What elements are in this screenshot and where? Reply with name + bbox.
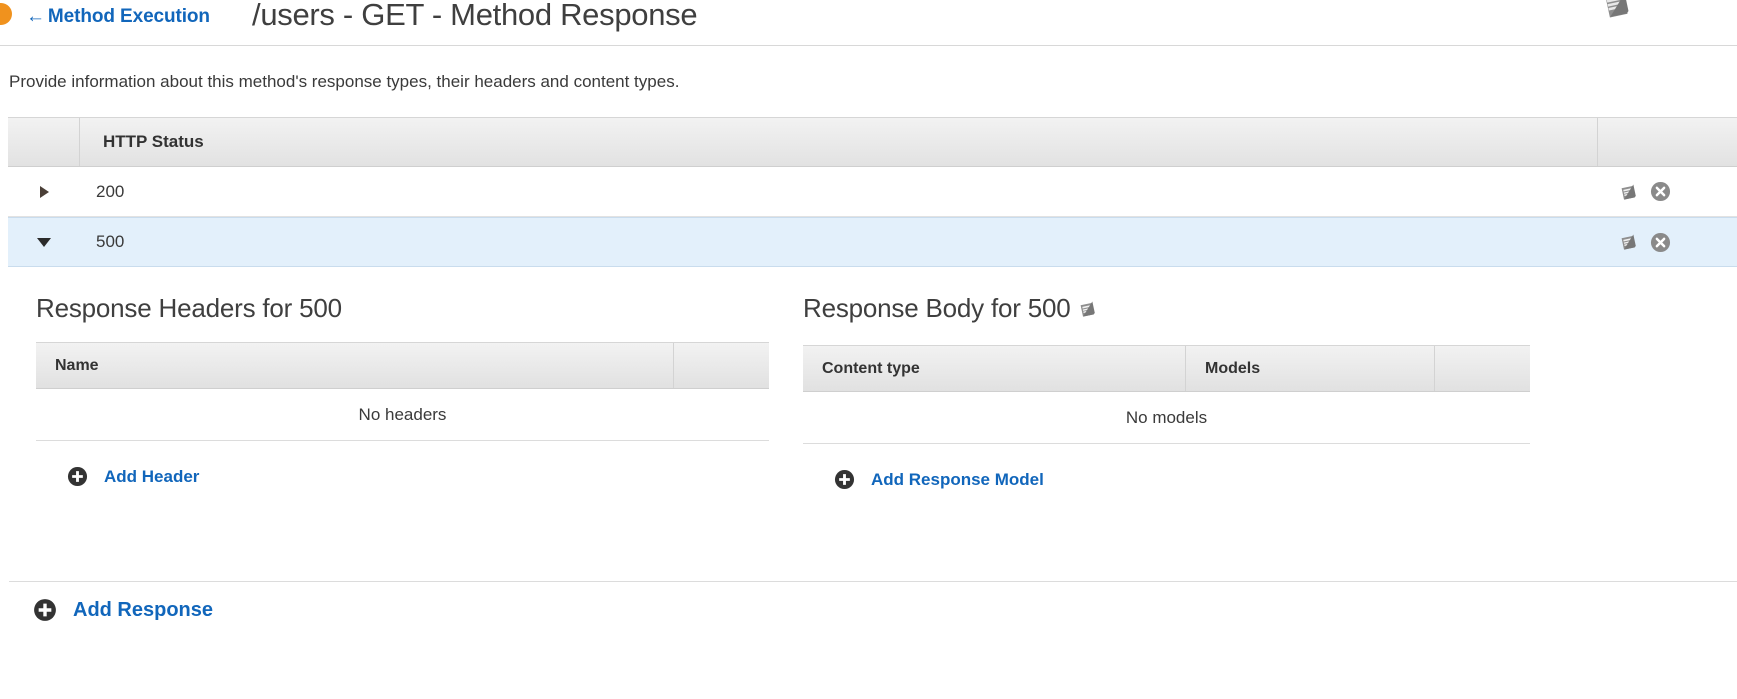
status-code-label: 200 [96, 181, 125, 201]
header-divider [0, 45, 1737, 46]
add-response-model-link[interactable]: Add Response Model [871, 470, 1044, 490]
headers-table-header-row: Name [36, 342, 769, 389]
documentation-book-icon[interactable] [1601, 0, 1635, 22]
back-link-label: Method Execution [47, 6, 210, 27]
delete-circle-icon[interactable] [1650, 232, 1671, 253]
delete-circle-icon[interactable] [1650, 181, 1671, 202]
response-body-panel: Response Body for 500 Content type Model… [803, 268, 1530, 490]
table-header-row: HTTP Status [8, 117, 1737, 167]
add-header-link[interactable]: Add Header [104, 467, 199, 487]
table-row[interactable]: 200 [8, 167, 1737, 217]
plus-circle-icon [834, 469, 855, 490]
header-cell-content-type: Content type [803, 346, 1186, 391]
response-detail-panel: Response Headers for 500 Name No headers… [0, 268, 1737, 573]
response-headers-title: Response Headers for 500 [36, 293, 342, 323]
add-response-link[interactable]: Add Response [73, 599, 213, 622]
method-response-page: ← Method Execution /users - GET - Method … [0, 0, 1737, 699]
book-icon[interactable] [1618, 231, 1640, 253]
no-models-message: No models [803, 392, 1530, 444]
footer-divider [9, 581, 1737, 582]
back-to-method-execution-link[interactable]: ← Method Execution [26, 6, 210, 28]
header-cell-models: Models [1186, 346, 1435, 391]
response-headers-panel: Response Headers for 500 Name No headers… [36, 268, 769, 487]
row-actions [1598, 231, 1737, 253]
header-cell-actions [1435, 346, 1530, 391]
book-icon[interactable] [1077, 296, 1099, 327]
status-code-label: 500 [96, 232, 125, 251]
no-headers-message: No headers [36, 389, 769, 441]
response-body-title: Response Body for 500 [803, 268, 1530, 327]
table-row[interactable]: 500 [8, 217, 1737, 267]
row-actions [1598, 181, 1737, 203]
add-response-model-row[interactable]: Add Response Model [803, 444, 1530, 490]
header-cell-actions [674, 343, 769, 388]
page-description: Provide information about this method's … [9, 72, 680, 91]
book-icon[interactable] [1618, 181, 1640, 203]
http-status-table: HTTP Status 200 500 [8, 117, 1737, 267]
response-body-title-text: Response Body for 500 [803, 293, 1071, 323]
body-table-header-row: Content type Models [803, 345, 1530, 392]
add-header-row[interactable]: Add Header [36, 441, 769, 487]
header-cell-toggle [8, 118, 80, 166]
header-cell-actions [1598, 118, 1737, 166]
header-cell-http-status: HTTP Status [80, 118, 1598, 166]
response-body-table: Content type Models No models [803, 345, 1530, 444]
response-headers-table: Name No headers [36, 342, 769, 441]
add-response-row[interactable]: Add Response [33, 598, 213, 622]
page-title: /users - GET - Method Response [252, 0, 698, 32]
plus-circle-icon [67, 466, 88, 487]
plus-circle-icon [33, 598, 57, 622]
page-header: ← Method Execution /users - GET - Method … [0, 0, 1737, 46]
status-indicator-dot [0, 3, 12, 25]
back-arrow-icon: ← [26, 6, 45, 27]
header-cell-name: Name [36, 343, 674, 388]
